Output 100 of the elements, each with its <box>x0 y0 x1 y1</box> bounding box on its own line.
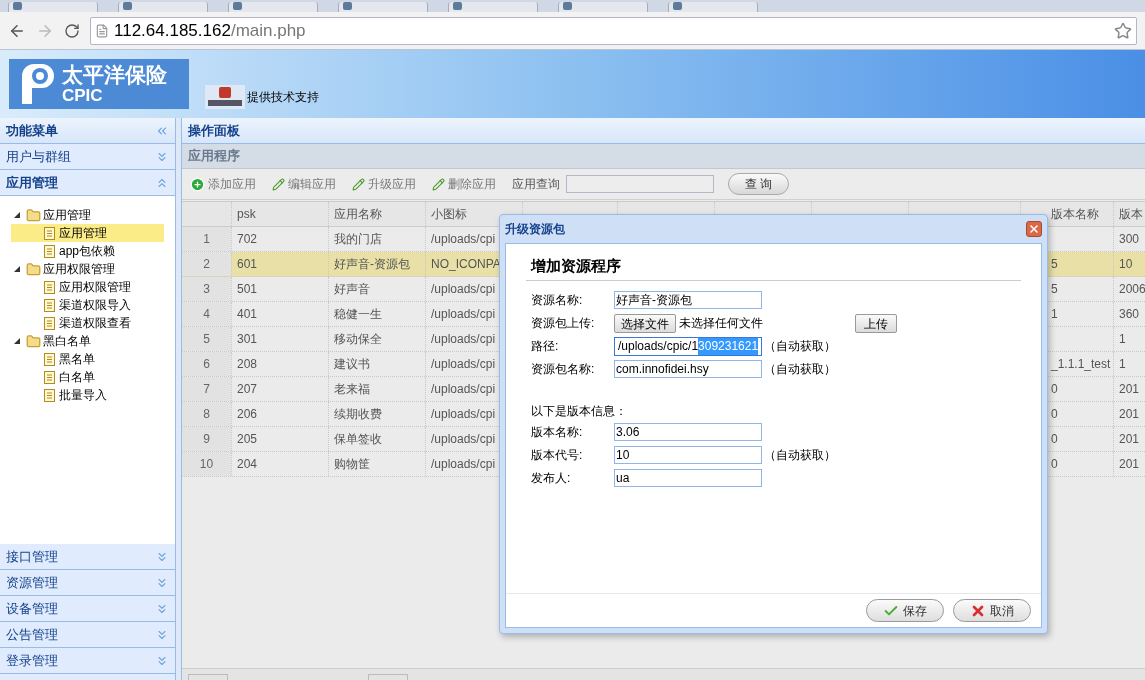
choose-file-button[interactable]: 选择文件 <box>614 313 676 333</box>
tree-item-label: 黑名单 <box>59 351 95 368</box>
browser-tab[interactable] <box>228 2 318 12</box>
page-icon <box>95 23 109 38</box>
toolbar-button[interactable]: 删除应用 <box>432 175 496 193</box>
browser-tab[interactable] <box>668 2 758 12</box>
reload-icon[interactable] <box>64 22 80 39</box>
browser-tab[interactable] <box>558 2 648 12</box>
row-number: 3 <box>203 281 210 298</box>
document-icon <box>44 370 55 384</box>
text-field[interactable]: com.innofidei.hsy <box>614 360 762 378</box>
search-field[interactable] <box>566 175 714 193</box>
browser-tab[interactable] <box>338 2 428 12</box>
tree-item[interactable]: 应用权限管理 <box>11 278 164 296</box>
column-header[interactable]: 小图标 <box>431 205 467 223</box>
table-cell-text: /uploads/cpi <box>431 281 496 298</box>
table-cell-text: 501 <box>237 281 258 298</box>
text-field[interactable]: 10 <box>614 446 762 464</box>
accordion-label: 设备管理 <box>6 599 58 618</box>
table-cell-text: _1.1.1_test <box>1051 356 1111 373</box>
tree-item[interactable]: 渠道权限导入 <box>11 296 164 314</box>
text-field[interactable]: 3.06 <box>614 423 762 441</box>
accordion-label: 用户与群组 <box>6 147 71 166</box>
favicon-icon <box>13 2 22 10</box>
tree-item-label: 应用权限管理 <box>59 279 131 296</box>
accordion-label: 登录管理 <box>6 651 58 670</box>
accordion-header[interactable]: 用户与群组 <box>0 144 175 170</box>
accordion-label: 资源管理 <box>6 573 58 592</box>
dialog-title: 升级资源包 <box>505 221 565 238</box>
table-cell-text: 201 <box>1119 431 1140 448</box>
toolbar-button[interactable]: 升级应用 <box>352 175 416 193</box>
tree-folder-label[interactable]: 黑白名单 <box>43 332 91 350</box>
expand-triangle-icon[interactable] <box>14 338 20 344</box>
expand-triangle-icon[interactable] <box>14 266 20 272</box>
address-bar[interactable]: 112.64.185.162/main.php <box>90 16 1137 45</box>
accordion-header[interactable]: 公告管理 <box>0 622 175 648</box>
table-cell-text: 206 <box>237 406 258 423</box>
column-header[interactable]: 应用名称 <box>334 205 382 223</box>
upload-button[interactable]: 上传 <box>855 313 897 333</box>
table-cell-text: 1 <box>1051 306 1058 323</box>
text-field[interactable]: 好声音-资源包 <box>614 291 762 309</box>
text-field[interactable]: ua <box>614 469 762 487</box>
row-number: 2 <box>203 256 210 273</box>
close-button[interactable] <box>1026 221 1042 237</box>
field-label: 版本名称: <box>531 424 584 441</box>
browser-tab[interactable] <box>448 2 538 12</box>
row-number: 10 <box>199 456 214 473</box>
expand-triangle-icon[interactable] <box>14 212 20 218</box>
save-button[interactable]: 保存 <box>866 599 944 622</box>
table-cell-text: 5 <box>1051 281 1058 298</box>
table-cell-text: /uploads/cpi <box>431 406 496 423</box>
accordion-header[interactable]: 登录管理 <box>0 648 175 674</box>
panel-title: 操作面板 <box>188 121 240 140</box>
tree-item-label: 渠道权限查看 <box>59 315 131 332</box>
field-label: 版本代号: <box>531 447 584 464</box>
tree-item[interactable]: app包依赖 <box>11 242 164 260</box>
table-cell-text: 0 <box>1051 406 1058 423</box>
column-header[interactable]: psk <box>237 205 256 223</box>
tree-item[interactable]: 渠道权限查看 <box>11 314 164 332</box>
search-button[interactable]: 查 询 <box>728 173 790 195</box>
table-cell-text: /uploads/cpi <box>431 356 496 373</box>
toolbar-button[interactable]: 编辑应用 <box>272 175 336 193</box>
tree-item[interactable]: 应用管理 <box>11 224 164 242</box>
support-text: 提供技术支持 <box>247 89 319 106</box>
table-cell-text: 201 <box>1119 456 1140 473</box>
auto-note: （自动获取） <box>764 447 836 464</box>
bookmark-star-icon[interactable] <box>1114 21 1132 40</box>
tree-item[interactable]: 批量导入 <box>11 386 164 404</box>
toolbar-button[interactable]: 添加应用 <box>190 175 256 193</box>
table-cell-text: 1 <box>1119 356 1126 373</box>
cancel-button[interactable]: 取消 <box>953 599 1031 622</box>
tree-item[interactable]: 黑名单 <box>11 350 164 368</box>
table-cell-text: 201 <box>1119 406 1140 423</box>
browser-tab[interactable] <box>118 2 208 12</box>
table-cell-text: NO_ICONPA <box>431 256 501 273</box>
table-cell-text: 稳健一生 <box>334 306 382 323</box>
column-header[interactable]: 版本名称 <box>1051 205 1099 223</box>
table-cell-text: 0 <box>1051 381 1058 398</box>
accordion-label: 公告管理 <box>6 625 58 644</box>
table-cell-text: 建议书 <box>334 356 370 373</box>
tree-folder-label[interactable]: 应用权限管理 <box>43 260 115 278</box>
accordion-header[interactable]: 资源管理 <box>0 570 175 596</box>
row-number: 8 <box>203 406 210 423</box>
column-header[interactable]: 版本 <box>1119 205 1143 223</box>
document-icon <box>44 316 55 330</box>
close-icon <box>1028 223 1040 235</box>
table-cell-text: 208 <box>237 356 258 373</box>
accordion-header[interactable]: 设备管理 <box>0 596 175 622</box>
accordion-header[interactable]: 应用管理 <box>0 170 175 196</box>
table-cell-text: 205 <box>237 431 258 448</box>
search-label: 应用查询 <box>512 176 560 193</box>
table-cell-text: 601 <box>237 256 258 273</box>
form-heading: 增加资源程序 <box>531 257 621 274</box>
browser-tab[interactable] <box>8 2 98 12</box>
table-cell-text: 5 <box>1051 256 1058 273</box>
accordion-header[interactable]: 接口管理 <box>0 544 175 570</box>
tree-folder-label[interactable]: 应用管理 <box>43 206 91 224</box>
table-cell-text: /uploads/cpi <box>431 381 496 398</box>
tree-item[interactable]: 白名单 <box>11 368 164 386</box>
table-cell-text: 10 <box>1119 256 1133 273</box>
